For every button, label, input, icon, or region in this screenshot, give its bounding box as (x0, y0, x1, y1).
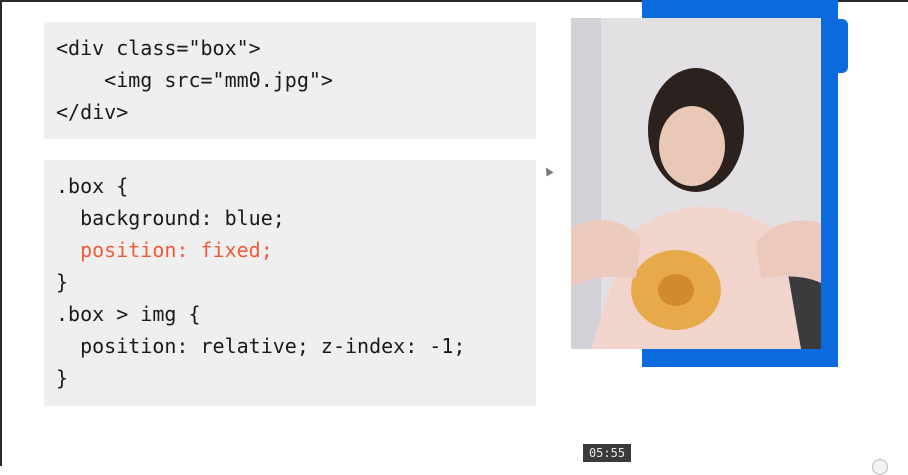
css-code-line: } (56, 366, 69, 390)
html-code-block: <div class="box"> <img src="mm0.jpg"> </… (44, 22, 536, 139)
css-code-line: .box { (56, 174, 129, 198)
html-code-line: <div class="box"> (56, 36, 261, 60)
blue-box-tab (836, 19, 848, 73)
photo-icon (571, 18, 821, 349)
frame-left-border (0, 0, 2, 466)
html-code-line: <img src="mm0.jpg"> (56, 68, 333, 92)
player-control-icon[interactable] (872, 459, 888, 475)
video-timestamp: 05:55 (583, 444, 631, 462)
html-code-line: </div> (56, 100, 129, 124)
css-code-line: } (56, 270, 69, 294)
css-code-line: .box > img { (56, 302, 201, 326)
css-code-line-highlighted: position: fixed; (56, 238, 273, 262)
css-code-line: background: blue; (56, 206, 285, 230)
mouse-cursor-icon (542, 165, 554, 177)
css-code-line: position: relative; z-index: -1; (56, 334, 466, 358)
css-code-block: .box { background: blue; position: fixed… (44, 160, 536, 406)
